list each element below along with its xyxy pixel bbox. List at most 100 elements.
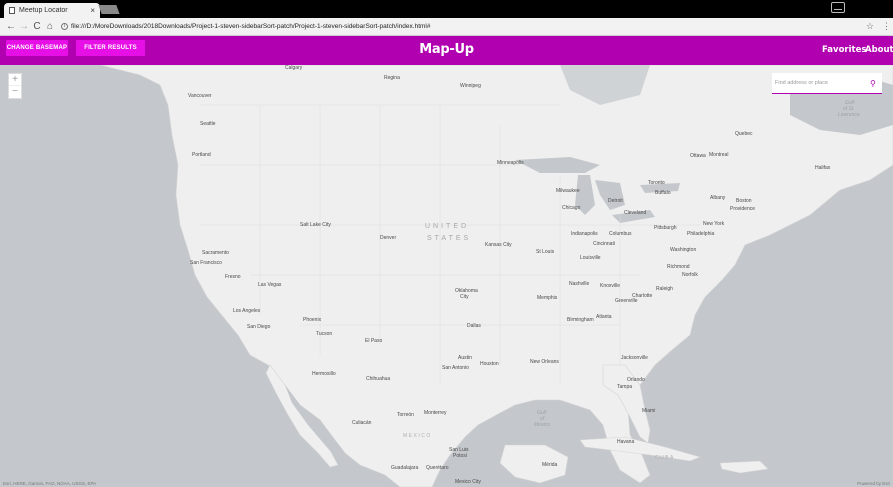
zoom-control: + − <box>8 73 22 99</box>
label-raleigh: Raleigh <box>656 286 673 292</box>
label-dallas: Dallas <box>467 323 481 329</box>
label-states: STATES <box>427 235 472 242</box>
label-houston: Houston <box>480 361 499 367</box>
new-tab-button[interactable] <box>98 5 120 14</box>
label-pittsburgh: Pittsburgh <box>654 225 677 231</box>
address-search-input[interactable] <box>775 80 867 86</box>
label-tucson: Tucson <box>316 331 333 337</box>
tab-title: Meetup Locator <box>19 7 68 14</box>
label-los-angeles: Los Angeles <box>233 308 261 314</box>
label-el-paso: El Paso <box>365 338 383 344</box>
reload-button[interactable]: C <box>31 21 43 32</box>
label-indianapolis: Indianapolis <box>571 231 598 237</box>
label-boston: Boston <box>736 198 752 204</box>
label-mexico-city: Mexico City <box>455 479 481 485</box>
label-nashville: Nashville <box>569 281 590 287</box>
zoom-out-button[interactable]: − <box>9 86 21 98</box>
label-greenville: Greenville <box>615 298 638 304</box>
label-milwaukee: Milwaukee <box>556 188 580 194</box>
label-regina: Regina <box>384 75 400 81</box>
label-portland: Portland <box>192 152 211 158</box>
label-miami: Miami <box>642 408 656 414</box>
label-cleveland: Cleveland <box>624 210 647 216</box>
label-las-vegas: Las Vegas <box>258 282 282 288</box>
label-sacramento: Sacramento <box>202 250 229 256</box>
url-text[interactable]: file:///D:/MoreDownloads/2018Downloads/P… <box>71 23 430 30</box>
powered-by-esri[interactable]: Powered by Esri <box>857 481 890 486</box>
label-monterrey: Monterrey <box>424 410 447 416</box>
document-icon <box>9 7 15 14</box>
label-austin: Austin <box>458 355 472 361</box>
address-bar[interactable]: i file:///D:/MoreDownloads/2018Downloads… <box>61 20 862 33</box>
label-san-diego: San Diego <box>247 324 271 330</box>
label-buffalo: Buffalo <box>655 190 671 196</box>
label-oklahoma-city: City <box>460 294 469 300</box>
label-mexico: MEXICO <box>403 433 432 439</box>
label-merida: Mérida <box>542 462 558 468</box>
label-chihuahua: Chihuahua <box>366 376 391 382</box>
label-kansas-city: Kansas City <box>485 242 512 248</box>
label-montreal: Montreal <box>709 152 729 158</box>
label-denver: Denver <box>380 235 397 241</box>
label-cincinnati: Cincinnati <box>593 241 615 247</box>
basemap-graphic <box>0 65 893 487</box>
home-button[interactable]: ⌂ <box>44 21 56 32</box>
label-fresno: Fresno <box>225 274 241 280</box>
label-jacksonville: Jacksonville <box>621 355 648 361</box>
label-guadalajara: Guadalajara <box>391 465 419 471</box>
label-chicago: Chicago <box>562 205 581 211</box>
search-icon[interactable]: ⚲ <box>870 79 876 88</box>
label-united: UNITED <box>425 223 470 230</box>
label-san-francisco: San Francisco <box>190 260 222 266</box>
map-attribution: Esri, HERE, Garmin, FAO, NOAA, USGS, EPA <box>3 481 97 486</box>
close-tab-icon[interactable]: × <box>90 6 95 15</box>
label-norfolk: Norfolk <box>682 272 698 278</box>
back-button[interactable]: ← <box>5 21 17 32</box>
label-washington: Washington <box>670 247 697 253</box>
label-orlando: Orlando <box>627 377 645 383</box>
forward-button[interactable]: → <box>18 21 30 32</box>
zoom-in-button[interactable]: + <box>9 74 21 86</box>
about-link[interactable]: About <box>865 45 893 55</box>
label-vancouver: Vancouver <box>188 93 212 99</box>
label-providence: Providence <box>730 206 756 212</box>
label-birmingham: Birmingham <box>567 317 594 323</box>
label-torreon: Torreón <box>397 412 414 418</box>
info-icon[interactable]: i <box>61 23 68 30</box>
label-quebec: Quebec <box>735 131 753 137</box>
label-potosi: Potosí <box>453 453 468 459</box>
browser-menu-icon[interactable]: ⋮ <box>882 21 891 32</box>
label-atlanta: Atlanta <box>596 314 612 320</box>
label-queretaro: Querétaro <box>426 465 449 471</box>
label-philadelphia: Philadelphia <box>687 231 715 237</box>
browser-tab[interactable]: Meetup Locator × <box>4 3 100 18</box>
label-minneapolis: Minneapolis <box>497 160 524 166</box>
label-st-lawrence: Lawrence <box>838 112 860 118</box>
label-louisville: Louisville <box>580 255 601 261</box>
label-salt-lake-city: Salt Lake City <box>300 222 331 228</box>
label-richmond: Richmond <box>667 264 690 270</box>
map-view[interactable]: Calgary Regina Winnipeg Vancouver Seattl… <box>0 65 893 487</box>
bookmark-star-icon[interactable]: ☆ <box>866 21 874 32</box>
label-san-antonio: San Antonio <box>442 365 469 371</box>
label-memphis: Memphis <box>537 295 558 301</box>
label-seattle: Seattle <box>200 121 216 127</box>
label-tampa: Tampa <box>617 384 633 390</box>
label-halifax: Halifax <box>815 165 831 171</box>
label-albany: Albany <box>710 195 726 201</box>
label-knoxville: Knoxville <box>600 283 621 289</box>
label-hermosillo: Hermosillo <box>312 371 336 377</box>
favorites-link[interactable]: Favorites <box>822 45 866 55</box>
label-culiacan: Culiacán <box>352 420 372 426</box>
window-minimize-icon[interactable] <box>831 2 845 13</box>
address-search: ⚲ <box>772 73 882 94</box>
label-havana: Havana <box>617 439 635 445</box>
label-columbus: Columbus <box>609 231 632 237</box>
label-gulf-mexico: Mexico <box>534 422 550 428</box>
label-phoenix: Phoenix <box>303 317 322 323</box>
label-st-louis: St Louis <box>536 249 555 255</box>
app-header: CHANGE BASEMAP FILTER RESULTS Map-Up Fav… <box>0 36 893 65</box>
browser-titlebar: Meetup Locator × <box>0 0 893 18</box>
label-new-york: New York <box>703 221 725 227</box>
label-new-orleans: New Orleans <box>530 359 559 365</box>
